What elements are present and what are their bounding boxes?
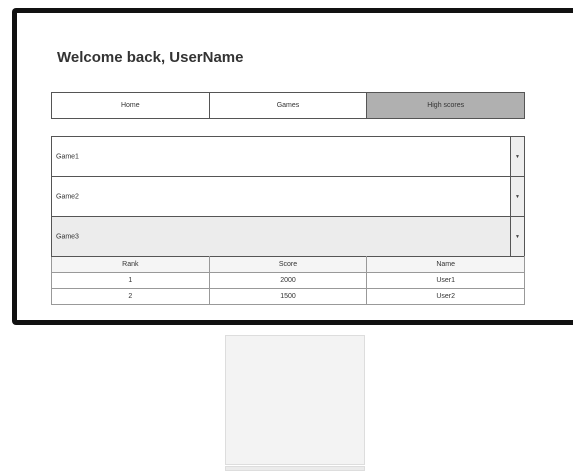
tab-high-scores[interactable]: High scores xyxy=(367,93,525,118)
rank-cell: 2 xyxy=(51,288,210,305)
column-header-rank: Rank xyxy=(51,256,210,273)
rank-cell: 1 xyxy=(51,272,210,289)
monitor-frame: Welcome back, UserName Home Games High s… xyxy=(12,8,573,325)
app-screen: Welcome back, UserName Home Games High s… xyxy=(17,13,573,320)
game-label: Game1 xyxy=(56,153,79,160)
game-row-game1[interactable]: Game1 ▼ xyxy=(51,136,525,176)
column-header-name: Name xyxy=(366,256,525,273)
high-scores-table: Rank Score Name 1 2000 User1 2 1500 User… xyxy=(51,256,525,305)
page-title: Welcome back, UserName xyxy=(57,49,244,66)
name-cell: User2 xyxy=(366,288,525,305)
tab-games[interactable]: Games xyxy=(209,93,368,118)
score-cell: 2000 xyxy=(208,272,368,289)
game-row-game2[interactable]: Game2 ▼ xyxy=(51,176,525,216)
table-header-row: Rank Score Name xyxy=(51,256,525,273)
tab-home[interactable]: Home xyxy=(52,93,210,118)
monitor-stand-base xyxy=(225,466,365,471)
monitor-stand xyxy=(225,335,365,465)
game-row-game3[interactable]: Game3 ▼ xyxy=(51,216,525,256)
game-label: Game3 xyxy=(56,233,79,240)
nav-bar: Home Games High scores xyxy=(51,92,525,119)
score-cell: 1500 xyxy=(208,288,368,305)
column-header-score: Score xyxy=(208,256,368,273)
caret-down-icon[interactable]: ▼ xyxy=(510,217,524,256)
name-cell: User1 xyxy=(366,272,525,289)
game-label: Game2 xyxy=(56,193,79,200)
table-row: 2 1500 User2 xyxy=(51,288,525,305)
caret-down-icon[interactable]: ▼ xyxy=(510,137,524,176)
game-accordion: Game1 ▼ Game2 ▼ Game3 ▼ Rank Score Name xyxy=(51,136,525,305)
caret-down-icon[interactable]: ▼ xyxy=(510,177,524,216)
table-row: 1 2000 User1 xyxy=(51,272,525,289)
